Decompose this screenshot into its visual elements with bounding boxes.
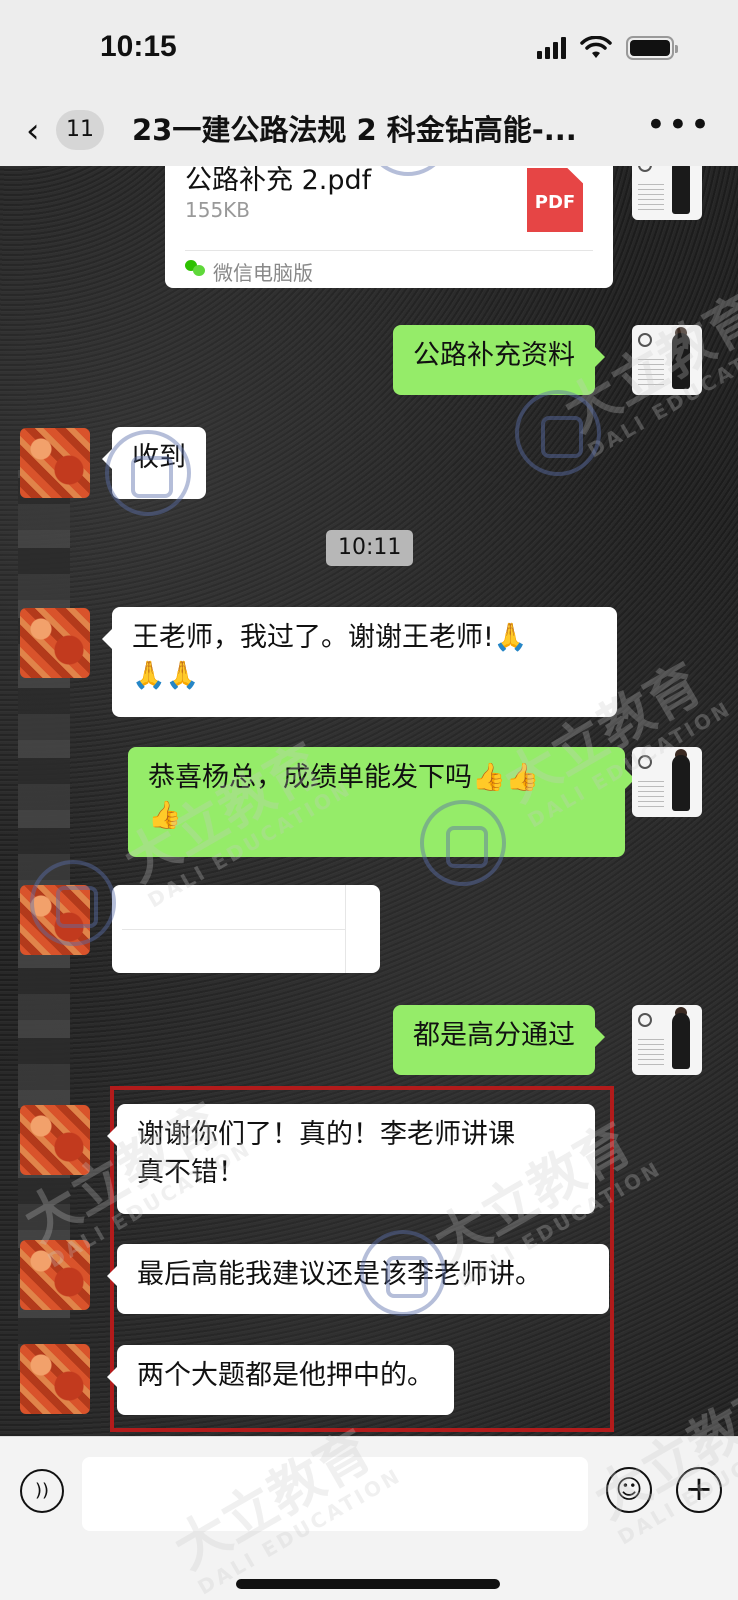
message-text-line: 🙏🙏 [132, 660, 200, 691]
divider [185, 250, 593, 251]
top-bar: 10:15 ‹ 11 23一建公路法规 2 科金钻高能-... ••• [0, 0, 738, 166]
image-message-card[interactable] [112, 885, 380, 973]
chat-screen: 公路补充 2.pdf 155KB PDF 微信电脑版 公路补充资料 收到 10:… [0, 0, 738, 1600]
avatar-self[interactable] [632, 325, 702, 395]
message-bubble-incoming[interactable]: 收到 [102, 427, 206, 499]
message-text-line: 👍 [148, 800, 182, 831]
avatar-contact[interactable] [20, 885, 90, 955]
message-text: 两个大题都是他押中的。 [137, 1360, 434, 1391]
file-source-label: 微信电脑版 [213, 261, 313, 285]
message-bubble-incoming[interactable]: 谢谢你们了！真的！李老师讲课 真不错！ [107, 1104, 595, 1214]
chat-title[interactable]: 23一建公路法规 2 科金钻高能-... [132, 110, 622, 150]
signal-icon [537, 37, 566, 59]
avatar-contact[interactable] [20, 1240, 90, 1310]
message-text-line: 恭喜杨总，成绩单能发下吗👍👍 [148, 762, 540, 793]
voice-icon[interactable]: )) [20, 1469, 64, 1513]
file-size: 155KB [185, 198, 251, 222]
avatar-contact[interactable] [20, 608, 90, 678]
avatar-self[interactable] [632, 1005, 702, 1075]
avatar-contact[interactable] [20, 1105, 90, 1175]
avatar-contact[interactable] [20, 428, 90, 498]
wifi-icon [580, 36, 612, 58]
message-bubble-incoming[interactable]: 最后高能我建议还是该李老师讲。 [107, 1244, 609, 1314]
message-bubble-outgoing[interactable]: 恭喜杨总，成绩单能发下吗👍👍 👍 [128, 747, 635, 857]
chevron-left-icon[interactable]: ‹ [26, 114, 56, 148]
avatar-contact[interactable] [20, 1344, 90, 1414]
message-timestamp: 10:11 [326, 530, 414, 566]
message-text-line: 王老师，我过了。谢谢王老师!🙏 [132, 622, 528, 653]
avatar-self[interactable] [632, 747, 702, 817]
status-icons [537, 36, 678, 60]
wechat-icon [185, 260, 205, 276]
message-bubble-incoming[interactable]: 王老师，我过了。谢谢王老师!🙏 🙏🙏 [102, 607, 617, 717]
chat-nav-bar: ‹ 11 23一建公路法规 2 科金钻高能-... ••• [0, 100, 738, 164]
watermark-seal [515, 390, 601, 476]
pdf-file-icon: PDF [527, 168, 583, 232]
message-bubble-incoming[interactable]: 两个大题都是他押中的。 [107, 1345, 454, 1415]
unread-count-badge[interactable]: 11 [56, 110, 104, 150]
message-bubble-outgoing[interactable]: 公路补充资料 [393, 325, 605, 395]
home-indicator[interactable] [236, 1579, 500, 1589]
message-text-line: 谢谢你们了！真的！李老师讲课 [137, 1119, 515, 1150]
message-text: 最后高能我建议还是该李老师讲。 [137, 1259, 542, 1290]
battery-icon [626, 36, 678, 60]
message-text-line: 真不错！ [137, 1157, 245, 1188]
message-input[interactable] [82, 1457, 588, 1531]
plus-icon[interactable]: + [676, 1467, 722, 1513]
message-text: 都是高分通过 [413, 1020, 575, 1051]
message-bubble-outgoing[interactable]: 都是高分通过 [393, 1005, 605, 1075]
emoji-icon[interactable]: ☺ [606, 1467, 652, 1513]
message-text: 收到 [132, 442, 186, 473]
more-dots-icon[interactable]: ••• [646, 108, 712, 142]
message-text: 公路补充资料 [413, 340, 575, 371]
status-time: 10:15 [100, 30, 177, 63]
input-bar: )) ☺ + 大立教育 DALI EDUCATION 大立教育 DALI EDUCA… [0, 1369, 738, 1600]
